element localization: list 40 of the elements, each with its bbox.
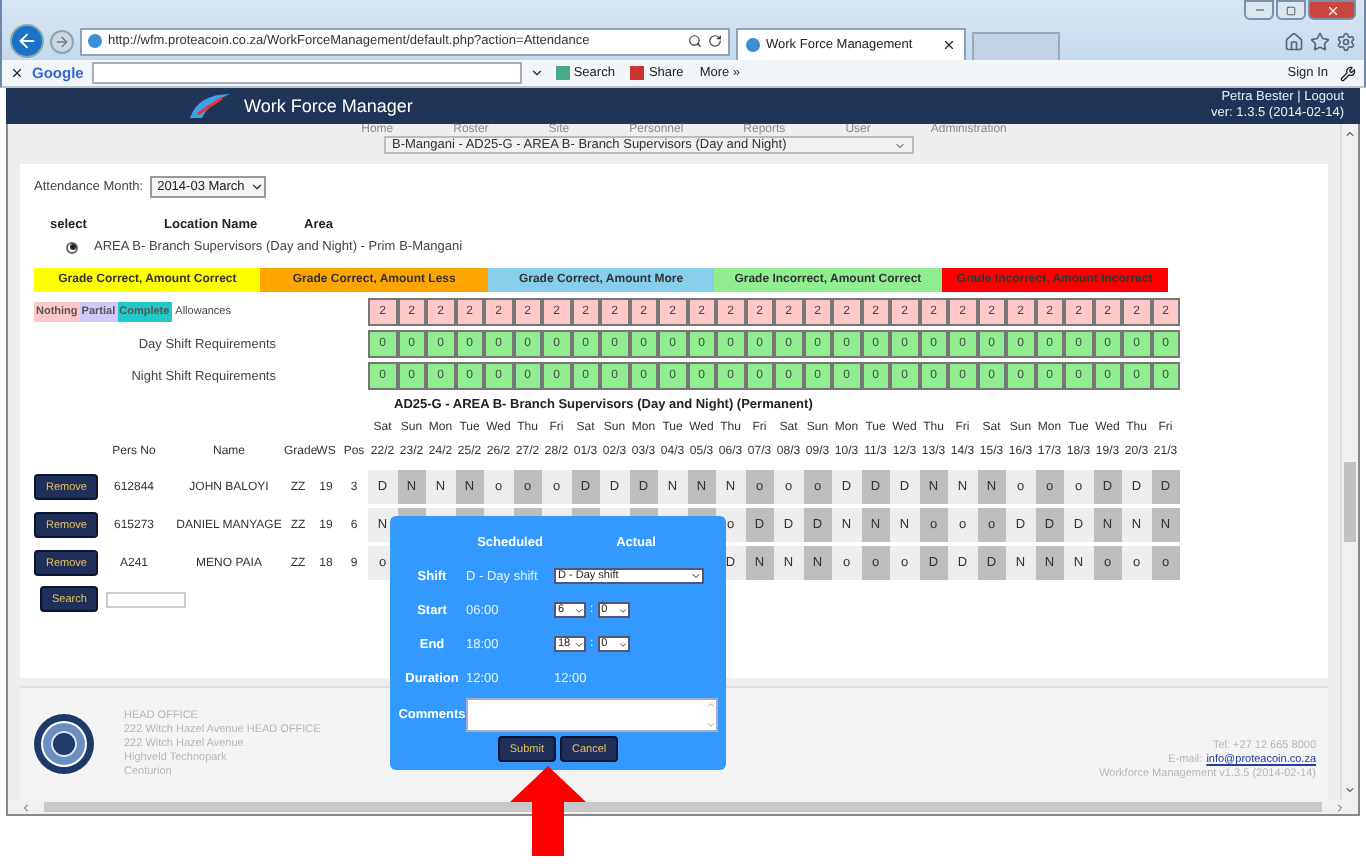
back-icon bbox=[16, 30, 38, 52]
horizontal-scrollbar[interactable] bbox=[6, 800, 1360, 816]
close-icon bbox=[1325, 3, 1339, 17]
close-icon[interactable] bbox=[942, 38, 956, 52]
wrench-icon[interactable] bbox=[1340, 65, 1356, 81]
caret-icon bbox=[690, 570, 702, 582]
maximize-button[interactable] bbox=[1276, 0, 1306, 20]
home-icon[interactable] bbox=[1284, 31, 1304, 51]
search-icon[interactable] bbox=[688, 34, 702, 48]
app-title: Work Force Manager bbox=[244, 96, 413, 116]
caret-icon bbox=[894, 139, 906, 151]
close-button[interactable] bbox=[1308, 0, 1356, 20]
caret-icon bbox=[617, 639, 628, 649]
minimize-button[interactable] bbox=[1244, 0, 1274, 20]
caret-icon[interactable] bbox=[529, 66, 544, 80]
maximize-icon bbox=[1286, 5, 1296, 15]
back-button[interactable] bbox=[10, 24, 44, 58]
search-field[interactable] bbox=[106, 591, 187, 607]
scroll-down-icon[interactable] bbox=[1344, 784, 1356, 796]
caret-icon bbox=[617, 605, 628, 615]
star-icon[interactable] bbox=[1310, 31, 1330, 51]
caret-icon bbox=[574, 639, 584, 649]
page-icon bbox=[88, 34, 102, 48]
app-logo bbox=[186, 90, 234, 122]
caret-icon bbox=[250, 180, 265, 194]
refresh-icon[interactable] bbox=[708, 34, 722, 48]
company-seal-icon bbox=[32, 712, 96, 776]
scroll-left-icon[interactable] bbox=[20, 801, 32, 813]
radio-button[interactable] bbox=[66, 241, 78, 253]
vertical-scrollbar[interactable] bbox=[1340, 124, 1358, 800]
arrow-icon bbox=[510, 766, 586, 856]
close-icon[interactable] bbox=[10, 66, 24, 80]
forward-button[interactable] bbox=[50, 29, 74, 53]
search-field[interactable] bbox=[91, 62, 522, 84]
forward-icon bbox=[54, 33, 70, 49]
settings-icon[interactable] bbox=[1336, 31, 1356, 51]
caret-icon bbox=[574, 605, 584, 615]
minimize-icon bbox=[1253, 4, 1265, 16]
scroll-right-icon[interactable] bbox=[1334, 801, 1346, 813]
scroll-up-icon[interactable] bbox=[1344, 128, 1356, 140]
